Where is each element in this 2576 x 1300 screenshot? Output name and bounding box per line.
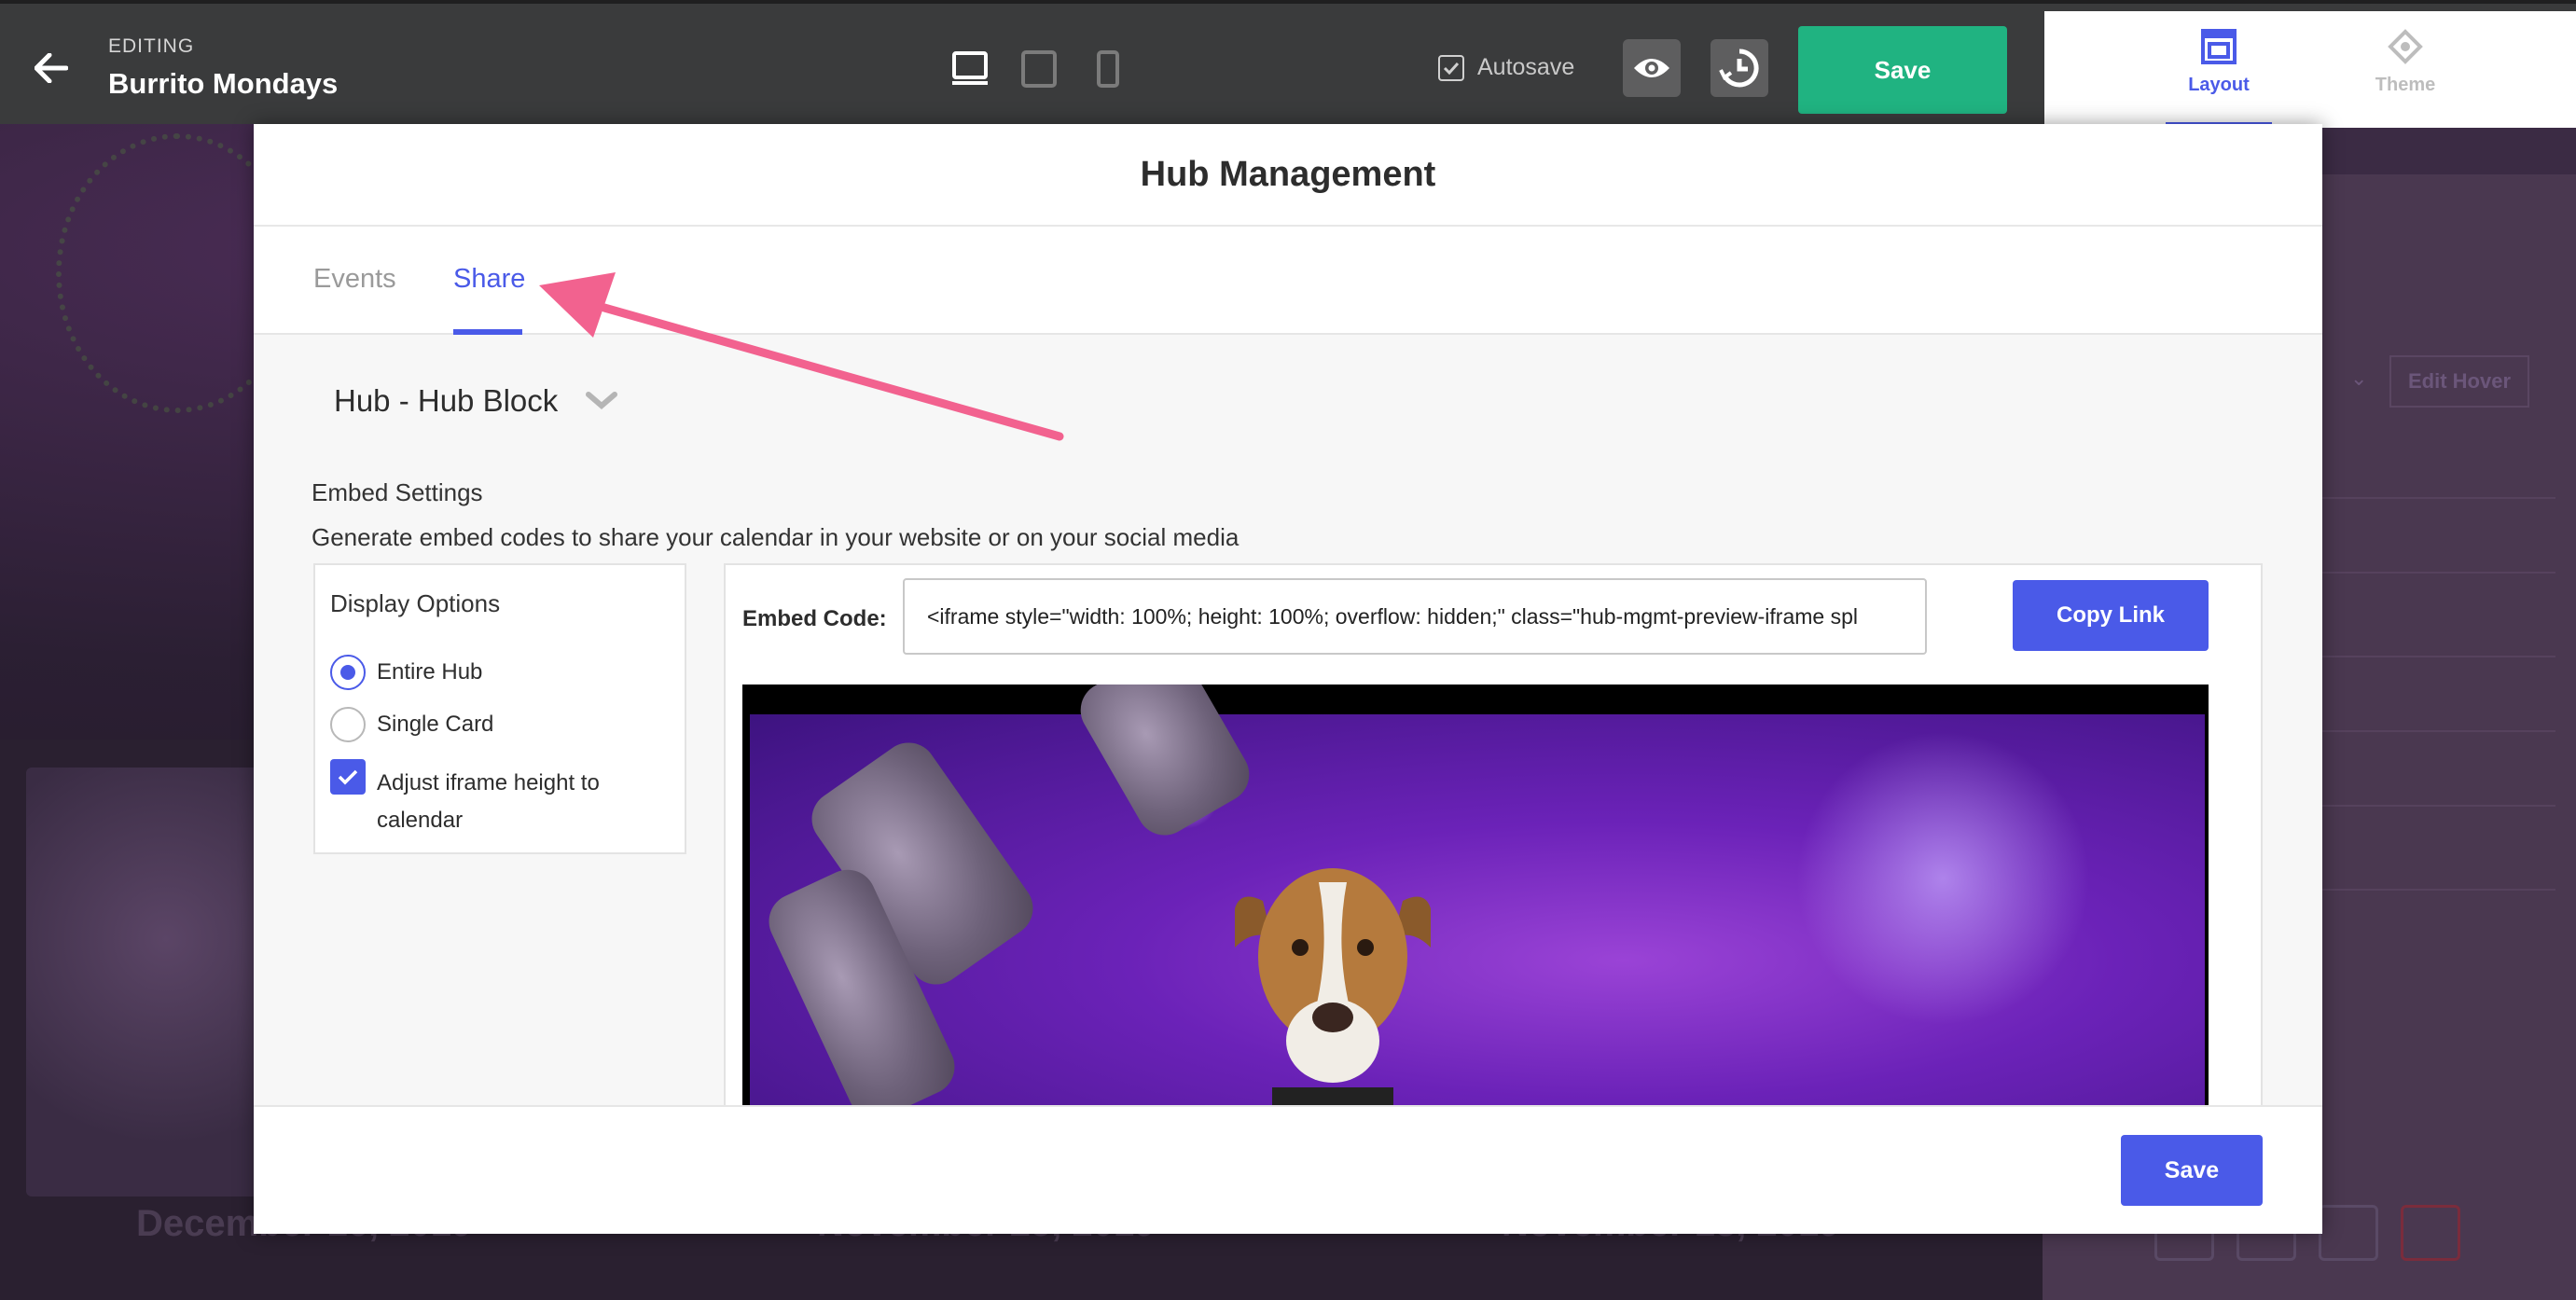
top-bar: EDITING Burrito Mondays Autosave Save La… bbox=[0, 0, 2576, 128]
theme-icon bbox=[2388, 29, 2423, 64]
embed-code-input[interactable] bbox=[903, 578, 1927, 655]
radio-entire-hub[interactable] bbox=[330, 655, 366, 690]
modal-title: Hub Management bbox=[254, 124, 2322, 227]
radio-single-card[interactable] bbox=[330, 707, 366, 742]
tab-theme-label: Theme bbox=[2375, 75, 2436, 95]
edit-hover-button: Edit Hover bbox=[2389, 355, 2529, 408]
tab-share[interactable]: Share bbox=[453, 264, 525, 295]
block-select-dropdown[interactable]: Hub - Hub Block bbox=[334, 383, 618, 419]
page-title: Burrito Mondays bbox=[108, 67, 339, 100]
embed-code-panel: Embed Code: Copy Link bbox=[724, 563, 2263, 1105]
tab-events[interactable]: Events bbox=[313, 264, 396, 295]
desktop-view-icon[interactable] bbox=[948, 47, 992, 91]
layout-icon bbox=[2201, 29, 2237, 64]
single-card-option[interactable]: Single Card bbox=[330, 707, 493, 742]
block-select-value: Hub - Hub Block bbox=[334, 383, 559, 418]
history-button[interactable] bbox=[1710, 39, 1768, 97]
entire-hub-label: Entire Hub bbox=[377, 659, 483, 685]
autosave-toggle[interactable]: Autosave bbox=[1438, 54, 1574, 81]
preview-eye-button[interactable] bbox=[1623, 39, 1681, 97]
hub-preview-iframe[interactable] bbox=[742, 685, 2209, 1105]
adjust-iframe-option[interactable] bbox=[330, 759, 366, 795]
history-icon bbox=[1719, 48, 1759, 88]
single-card-label: Single Card bbox=[377, 712, 494, 737]
display-options-title: Display Options bbox=[330, 589, 501, 617]
hub-preview-image bbox=[750, 685, 2205, 1105]
background-delete-button bbox=[2401, 1205, 2460, 1261]
chevron-down-icon bbox=[586, 392, 618, 409]
tab-layout[interactable]: Layout bbox=[2166, 11, 2272, 128]
tab-layout-label: Layout bbox=[2188, 75, 2250, 95]
save-button[interactable]: Save bbox=[1798, 26, 2007, 114]
adjust-iframe-checkbox[interactable] bbox=[330, 759, 366, 795]
embed-settings-heading: Embed Settings bbox=[312, 478, 483, 506]
modal-body: Hub - Hub Block Embed Settings Generate … bbox=[254, 335, 2322, 1105]
modal-footer: Save bbox=[254, 1105, 2322, 1234]
display-options-panel: Display Options Entire Hub Single Card A… bbox=[313, 563, 686, 854]
checkbox-icon[interactable] bbox=[1438, 54, 1464, 81]
autosave-label: Autosave bbox=[1477, 54, 1575, 80]
burrito-image bbox=[1070, 685, 1260, 846]
entire-hub-option[interactable]: Entire Hub bbox=[330, 655, 482, 690]
tab-theme[interactable]: Theme bbox=[2352, 11, 2458, 128]
side-panel-tabs: Layout Theme bbox=[2044, 11, 2576, 128]
back-arrow-icon[interactable] bbox=[28, 45, 75, 91]
check-icon bbox=[338, 769, 358, 785]
embed-settings-description: Generate embed codes to share your calen… bbox=[312, 523, 1240, 551]
adjust-iframe-label: Adjust iframe height to calendar bbox=[377, 770, 600, 833]
dog-image bbox=[1235, 868, 1431, 1105]
tablet-view-icon[interactable] bbox=[1017, 47, 1061, 91]
eye-icon bbox=[1634, 59, 1669, 77]
modal-save-button[interactable]: Save bbox=[2121, 1135, 2263, 1206]
modal-tabs: Events Share bbox=[254, 227, 2322, 335]
editing-label: EDITING bbox=[108, 35, 195, 57]
background-hide-button bbox=[2319, 1205, 2378, 1261]
embed-code-label: Embed Code: bbox=[742, 606, 887, 631]
mobile-view-icon[interactable] bbox=[1086, 47, 1130, 91]
copy-link-button[interactable]: Copy Link bbox=[2013, 580, 2209, 651]
chevron-down-icon: ⌄ bbox=[2350, 366, 2368, 390]
hub-management-modal: Hub Management Events Share Hub - Hub Bl… bbox=[254, 124, 2322, 1234]
